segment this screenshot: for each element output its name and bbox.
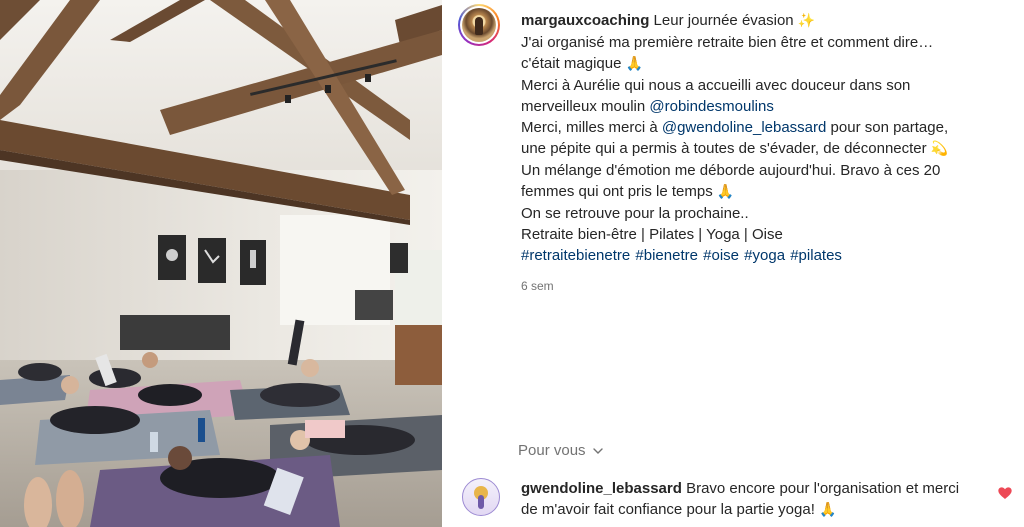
hashtag-link[interactable]: #retraitebienetre xyxy=(521,247,630,264)
chevron-down-icon xyxy=(592,447,603,454)
post-photo[interactable] xyxy=(0,0,442,527)
hashtag-link[interactable]: #yoga xyxy=(744,247,785,264)
commenter-avatar[interactable] xyxy=(462,478,500,516)
caption-line: c'était magique xyxy=(521,55,622,72)
commenter-username[interactable]: gwendoline_lebassard xyxy=(521,480,682,497)
caption-line: Merci à Aurélie qui nous a accueilli ave… xyxy=(521,77,911,94)
author-username[interactable]: margauxcoaching xyxy=(521,12,649,29)
caption-line: pour son partage, xyxy=(830,119,949,136)
caption-line: Retraite bien-être | Pilates | Yoga | Oi… xyxy=(521,226,783,243)
caption-title: Leur journée évasion xyxy=(653,12,794,29)
hashtag-link[interactable]: #oise xyxy=(703,247,739,264)
caption-line: J'ai organisé ma première retraite bien … xyxy=(521,34,934,51)
mention-link-robindesmoulins[interactable]: @robindesmoulins xyxy=(649,98,773,115)
mention-link-gwendoline[interactable]: @gwendoline_lebassard xyxy=(662,119,827,136)
comment-item: gwendoline_lebassard Bravo encore pour l… xyxy=(462,478,1002,521)
caption-line: On se retrouve pour la prochaine.. xyxy=(521,205,749,222)
caption-line: une pépite qui a permis à toutes de s'év… xyxy=(521,140,927,157)
post-detail-panel: margauxcoaching Leur journée évasion ✨ J… xyxy=(442,0,1024,527)
caption-line: femmes qui ont pris le temps xyxy=(521,183,713,200)
pray-emoji: 🙏 xyxy=(716,184,735,200)
pray-emoji: 🙏 xyxy=(625,56,644,72)
heart-icon[interactable] xyxy=(997,485,1013,501)
caption-line: merveilleux moulin xyxy=(521,98,646,115)
author-avatar-image xyxy=(462,8,496,42)
yoga-retreat-photo xyxy=(0,0,442,527)
comment-body-line1: Bravo encore pour l'organisation et xyxy=(686,480,919,497)
comment-text: gwendoline_lebassard Bravo encore pour l… xyxy=(521,478,961,521)
post-caption: margauxcoaching Leur journée évasion ✨ J… xyxy=(521,10,991,297)
hashtag-list: #retraitebienetre #bienetre #oise #yoga … xyxy=(521,245,991,266)
post-caption-block: margauxcoaching Leur journée évasion ✨ J… xyxy=(458,4,1008,297)
hashtag-link[interactable]: #bienetre xyxy=(635,247,698,264)
dizzy-emoji: 💫 xyxy=(930,141,949,157)
pray-emoji: 🙏 xyxy=(819,502,837,518)
hashtag-link[interactable]: #pilates xyxy=(790,247,842,264)
sparkles-emoji: ✨ xyxy=(797,13,816,29)
author-avatar[interactable] xyxy=(458,4,500,46)
for-you-sort-toggle[interactable]: Pour vous xyxy=(518,442,604,459)
caption-line: Un mélange d'émotion me déborde aujourd'… xyxy=(521,162,941,179)
for-you-label: Pour vous xyxy=(518,442,586,459)
caption-line: Merci, milles merci à xyxy=(521,119,658,136)
post-timestamp[interactable]: 6 sem xyxy=(521,276,991,297)
